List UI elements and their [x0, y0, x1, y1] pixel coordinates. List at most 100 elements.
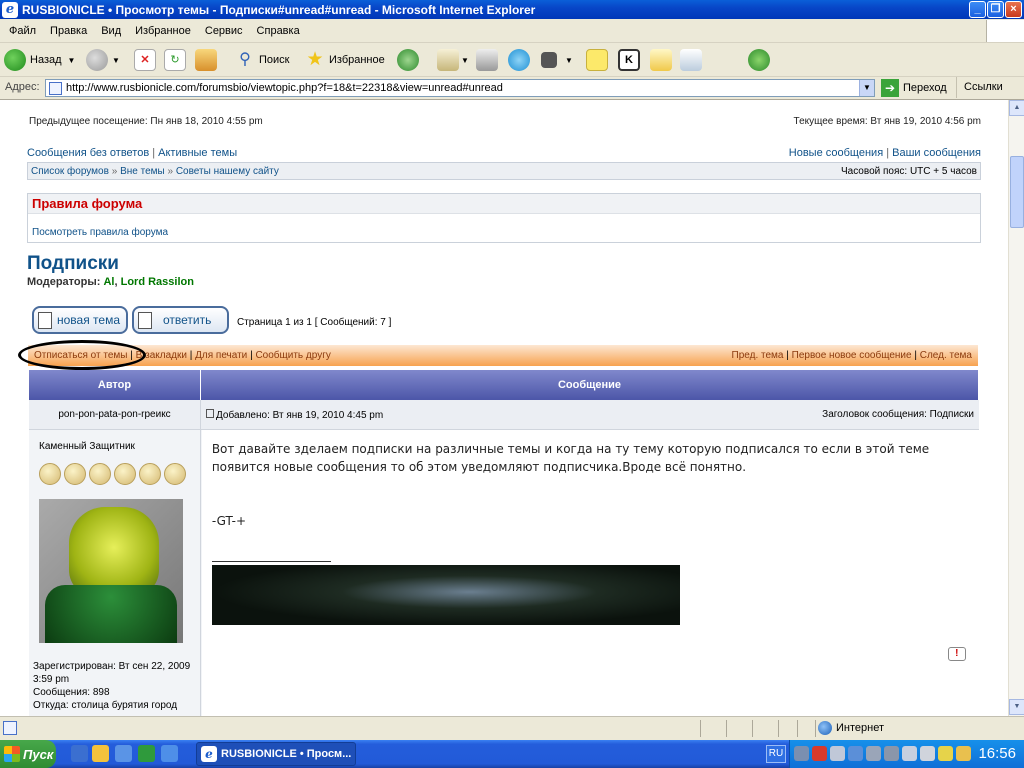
first-new-post-link[interactable]: Первое новое сообщение — [792, 350, 912, 361]
minimize-button[interactable]: _ — [969, 1, 986, 18]
post-body: Вот давайте зделаем подписки на различны… — [212, 440, 962, 530]
maximize-button[interactable]: ❐ — [987, 1, 1004, 18]
post-icon — [206, 408, 214, 418]
rules-title: Правила форума — [28, 194, 980, 214]
menu-edit[interactable]: Правка — [43, 25, 94, 37]
active-topics-link[interactable]: Активные темы — [158, 147, 237, 159]
clock[interactable]: 16:56 — [978, 745, 1016, 762]
menu-file[interactable]: Файл — [2, 25, 43, 37]
messenger-tool-button[interactable] — [650, 48, 672, 72]
rank-face-icon — [139, 463, 161, 485]
go-label: Переход — [903, 82, 947, 94]
start-button[interactable]: Пуск — [0, 740, 56, 768]
skype-tray-icon[interactable] — [848, 746, 863, 761]
research-button[interactable] — [680, 48, 702, 72]
chevron-down-icon[interactable]: ▼ — [859, 80, 874, 96]
menu-bar: Файл Правка Вид Избранное Сервис Справка — [0, 19, 1024, 43]
scroll-up-icon[interactable]: ▲ — [1009, 100, 1024, 116]
word-icon[interactable] — [71, 745, 88, 762]
history-icon — [397, 49, 419, 71]
document-icon — [38, 311, 52, 329]
post-author[interactable]: pon-pon-pata-pon-rpeикс — [29, 400, 201, 429]
menu-view[interactable]: Вид — [94, 25, 128, 37]
reply-button[interactable]: ответить — [132, 306, 229, 334]
close-button[interactable]: × — [1005, 1, 1022, 18]
your-posts-link[interactable]: Ваши сообщения — [892, 147, 981, 159]
skype-button[interactable] — [508, 48, 530, 72]
scroll-down-icon[interactable]: ▼ — [1009, 699, 1024, 715]
breadcrumb-offtopic[interactable]: Вне темы — [120, 166, 165, 177]
new-posts-link[interactable]: Новые сообщения — [789, 147, 883, 159]
search-button[interactable]: ⚲ Поиск — [234, 48, 289, 72]
ie-icon: e — [201, 746, 217, 762]
next-topic-link[interactable]: След. тема — [920, 350, 972, 361]
page-content: Предыдущее посещение: Пн янв 18, 2010 4:… — [0, 100, 1008, 716]
excel-icon[interactable] — [138, 745, 155, 762]
address-input[interactable]: http://www.rusbionicle.com/forumsbio/vie… — [45, 79, 875, 97]
mail-icon — [437, 49, 459, 71]
note-button[interactable] — [586, 48, 608, 72]
taskbar-item-ie[interactable]: e RUSBIONICLE • Просм... — [196, 742, 356, 766]
moderator-al[interactable]: Al — [103, 276, 114, 288]
window-title-bar[interactable]: e RUSBIONICLE • Просмотр темы - Подписки… — [0, 0, 1024, 19]
favorites-button[interactable]: ★ Избранное — [304, 48, 384, 72]
breadcrumb-advice[interactable]: Советы нашему сайту — [176, 166, 279, 177]
mail-button[interactable]: ▼ — [437, 48, 469, 72]
tray-app-icon[interactable] — [830, 746, 845, 761]
post-text: Вот давайте зделаем подписки на различны… — [211, 442, 930, 474]
scroll-thumb[interactable] — [1010, 156, 1024, 228]
ie-icon: e — [2, 1, 18, 18]
history-button[interactable] — [397, 48, 419, 72]
rank-face-icon — [64, 463, 86, 485]
explorer-ql-icon[interactable] — [115, 745, 132, 762]
rank-face-icon — [114, 463, 136, 485]
refresh-button[interactable]: ↻ — [164, 48, 186, 72]
vertical-scrollbar[interactable]: ▲ ▼ — [1008, 100, 1024, 716]
prev-topic-link[interactable]: Пред. тема — [732, 350, 784, 361]
forum-title[interactable]: Подписки — [27, 253, 119, 275]
back-arrow-icon — [4, 49, 26, 71]
home-button[interactable] — [195, 48, 217, 72]
tray-app-icon[interactable] — [938, 746, 953, 761]
k-button[interactable]: K — [618, 48, 640, 72]
edit-button[interactable]: ▼ — [541, 48, 573, 72]
antivirus-icon[interactable] — [812, 746, 827, 761]
taskbar: Пуск e RUSBIONICLE • Просм... RU 16:56 — [0, 740, 1024, 768]
new-topic-button[interactable]: новая тема — [32, 306, 128, 334]
messenger-button[interactable] — [748, 48, 770, 72]
stop-button[interactable]: ✕ — [134, 48, 156, 72]
print-link[interactable]: Для печати — [195, 350, 247, 361]
timezone: Часовой пояс: UTC + 5 часов — [840, 165, 977, 177]
report-button[interactable]: ! — [947, 647, 966, 661]
email-friend-link[interactable]: Сообщить другу — [255, 350, 330, 361]
breadcrumb-index[interactable]: Список форумов — [31, 166, 109, 177]
moderator-lord-rassilon[interactable]: Lord Rassilon — [121, 276, 194, 288]
ie-ql-icon[interactable] — [161, 745, 178, 762]
unanswered-link[interactable]: Сообщения без ответов — [27, 147, 149, 159]
tray-app-icon[interactable] — [884, 746, 899, 761]
windows-logo-icon — [986, 20, 1024, 42]
rank-face-icon — [39, 463, 61, 485]
go-button[interactable]: ➔ Переход — [881, 79, 947, 97]
back-button[interactable]: Назад ▼ — [4, 48, 75, 72]
forward-button[interactable]: ▼ — [86, 48, 120, 72]
print-button[interactable] — [476, 48, 498, 72]
tray-app-icon[interactable] — [920, 746, 935, 761]
menu-help[interactable]: Справка — [250, 25, 307, 37]
rank-faces — [39, 463, 189, 488]
menu-favorites[interactable]: Избранное — [128, 25, 198, 37]
research-icon — [680, 49, 702, 71]
rank-face-icon — [89, 463, 111, 485]
links-button[interactable]: Ссылки — [964, 81, 1003, 93]
star-icon: ★ — [306, 49, 324, 70]
menu-tools[interactable]: Сервис — [198, 25, 250, 37]
messenger-ql-icon[interactable] — [92, 745, 109, 762]
page-info: Страница 1 из 1 [ Сообщений: 7 ] — [237, 317, 392, 328]
volume-icon[interactable] — [902, 746, 917, 761]
tray-app-icon[interactable] — [866, 746, 881, 761]
language-indicator[interactable]: RU — [766, 745, 786, 763]
network-icon[interactable] — [794, 746, 809, 761]
rules-link[interactable]: Посмотреть правила форума — [32, 227, 168, 238]
tray-app-icon[interactable] — [956, 746, 971, 761]
skype-icon — [508, 49, 530, 71]
